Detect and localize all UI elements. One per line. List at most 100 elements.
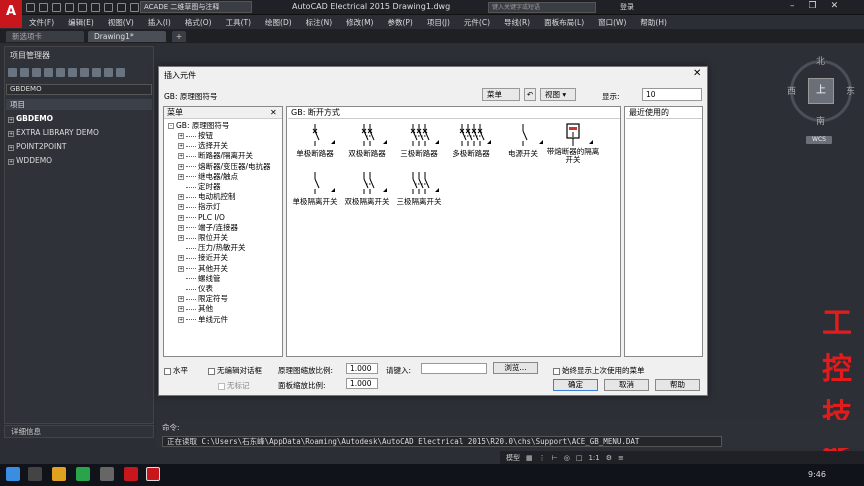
tree-item[interactable]: + 选择开关 [178,141,228,151]
viewcube-north[interactable]: 北 [816,54,825,67]
start-icon[interactable] [6,467,20,481]
no-tag-checkbox[interactable]: 无标记 [218,380,250,391]
tree-item[interactable]: + 电动机控制 [178,192,236,202]
schematic-scale-input[interactable]: 1.000 [346,363,378,374]
add-tab-button[interactable]: + [172,31,186,42]
tree-item[interactable]: + 接近开关 [178,253,228,263]
component-symbol[interactable]: 三极隔离开关 [394,170,444,210]
refresh-icon[interactable] [44,68,53,77]
customize-icon[interactable]: ≡ [618,454,624,462]
update-icon[interactable] [68,68,77,77]
no-edit-dialog-checkbox[interactable]: 无编辑对话框 [208,365,262,376]
menu-item[interactable]: 标注(N) [299,17,339,28]
minimize-icon[interactable]: – [790,1,795,11]
ok-button[interactable]: 确定 [553,379,598,391]
component-symbol[interactable]: 单极断路器 [290,122,340,162]
browse-button[interactable]: 浏览... [493,362,538,374]
viewcube-east[interactable]: 东 [846,84,855,97]
wcs-menu[interactable]: WCS [806,136,832,144]
ortho-icon[interactable]: ⊢ [552,454,558,462]
menu-item[interactable]: 工具(T) [219,17,258,28]
tree-item[interactable]: + 指示灯 [178,202,221,212]
menu-item[interactable]: 窗口(W) [591,17,633,28]
menu-item[interactable]: 项目(J) [420,17,457,28]
project-item[interactable]: + GBDEMO [8,114,53,123]
component-symbol[interactable]: 双极隔离开关 [342,170,392,210]
browser-icon[interactable] [52,467,66,481]
command-line[interactable]: 正在读取 C:\Users\石东峰\AppData\Roaming\Autode… [162,436,722,447]
autocad-logo-button[interactable]: A [0,0,22,28]
login-link[interactable]: 登录 [620,2,634,12]
new-project-icon[interactable] [20,68,29,77]
open-project-icon[interactable] [8,68,17,77]
menu-item[interactable]: 面板布局(L) [537,17,591,28]
plot-icon[interactable] [117,3,126,12]
tree-item[interactable]: + 其他 [178,304,213,314]
search-input[interactable]: 键入关键字或短语 [488,2,596,13]
print-icon[interactable] [78,3,87,12]
save-as-icon[interactable] [65,3,74,12]
help-icon[interactable] [116,68,125,77]
menu-item[interactable]: 格式(O) [178,17,219,28]
polar-icon[interactable]: ◎ [564,454,570,462]
app-icon[interactable] [100,467,114,481]
tree-item[interactable]: 螺线管 [178,274,221,284]
autocad-task-icon[interactable] [124,467,138,481]
tree-item[interactable]: + 单线元件 [178,315,228,325]
tree-item[interactable]: + PLC I/O [178,213,225,223]
gear-icon[interactable]: ⚙ [606,454,612,462]
tree-item[interactable]: + 断路器/隔离开关 [178,151,253,161]
tree-root[interactable]: - GB: 原理图符号 [168,121,229,131]
menu-item[interactable]: 文件(F) [22,17,61,28]
project-select[interactable]: GBDEMO [6,84,152,95]
menu-item[interactable]: 修改(M) [339,17,380,28]
grid-icon[interactable]: ▦ [526,454,533,462]
tree-item[interactable]: + 限定符号 [178,294,228,304]
tab-drawing1[interactable]: Drawing1* [88,31,166,42]
tree-item[interactable]: 压力/热敏开关 [178,243,246,253]
close-icon[interactable]: ✕ [831,1,839,11]
new-icon[interactable] [26,3,35,12]
tree-item[interactable]: + 继电器/触点 [178,172,238,182]
model-tab[interactable]: 模型 [506,453,520,463]
close-icon[interactable]: ✕ [693,68,701,79]
new-drawing-icon[interactable] [32,68,41,77]
view-button[interactable]: 视图 ▾ [540,88,576,101]
menu-item[interactable]: 帮助(H) [633,17,674,28]
viewcube-west[interactable]: 西 [787,84,796,97]
back-icon[interactable]: ↶ [524,88,536,101]
search-icon[interactable] [28,467,42,481]
batch-plot-icon[interactable] [80,68,89,77]
display-count-input[interactable]: 10 [642,88,702,101]
restore-icon[interactable]: ❐ [809,1,817,11]
autocad-active-task-icon[interactable] [146,467,160,481]
details-panel-header[interactable]: 详细信息 [4,425,154,438]
component-symbol[interactable]: 电源开关 [498,122,548,162]
menu-button[interactable]: 菜单 [482,88,520,101]
enter-input[interactable] [421,363,487,374]
tree-item[interactable]: + 按钮 [178,131,213,141]
panel-scale-input[interactable]: 1.000 [346,378,378,389]
menu-item[interactable]: 视图(V) [101,17,141,28]
component-symbol[interactable]: 带熔断器的隔离开关 [547,122,599,164]
workspace-icon[interactable] [130,3,139,12]
wechat-icon[interactable] [76,467,90,481]
tree-item[interactable]: 仪表 [178,284,213,294]
annotation-scale[interactable]: 1:1 [588,454,599,462]
tree-item[interactable]: + 端子/连接器 [178,223,238,233]
project-item[interactable]: + POINT2POINT [8,142,66,151]
undo-icon[interactable] [91,3,100,12]
viewcube-top-face[interactable]: 上 [808,78,834,104]
menu-item[interactable]: 插入(I) [141,17,178,28]
viewcube-south[interactable]: 南 [816,114,825,127]
component-symbol[interactable]: 三极断路器 [394,122,444,162]
project-item[interactable]: + WDDEMO [8,156,52,165]
menu-item[interactable]: 绘图(D) [258,17,299,28]
component-symbol[interactable]: 多极断路器 [446,122,496,162]
tab-start[interactable]: 新选项卡 [6,31,84,42]
tree-item[interactable]: 定时器 [178,182,221,192]
workspace-selector[interactable]: ACADE 二维草图与注释 [140,1,252,13]
component-symbol[interactable]: 单极隔离开关 [290,170,340,210]
menu-item[interactable]: 元件(C) [457,17,497,28]
component-symbol[interactable]: 双极断路器 [342,122,392,162]
